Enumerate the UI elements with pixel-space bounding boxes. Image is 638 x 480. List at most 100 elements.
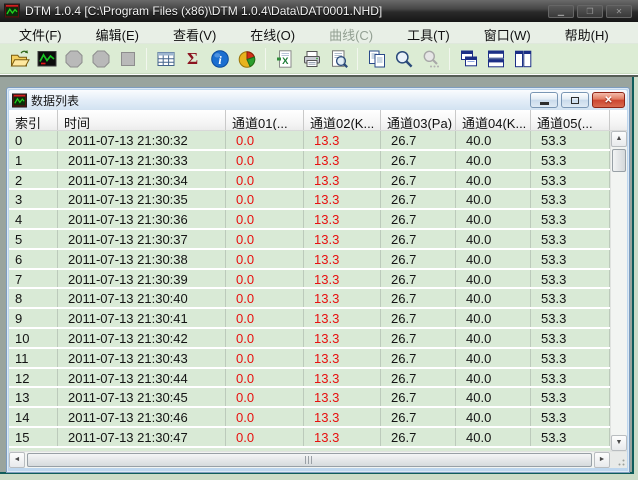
export-excel-icon: X [275,49,295,69]
toolbar-button-tile-horizontal[interactable] [482,47,509,72]
toolbar-button-data-monitor[interactable] [33,47,60,72]
column-header-ch01[interactable]: 通道01(... [226,110,304,130]
cell-index: 12 [9,369,58,387]
minimize-window-button[interactable]: ▁ [548,5,574,18]
table-row-5[interactable]: 52011-07-13 21:30:370.013.326.740.053.3 [9,230,610,250]
scroll-left-button[interactable]: ◄ [9,452,25,468]
cell-index: 5 [9,230,58,248]
cell-ch02: 13.3 [304,428,381,446]
table-row-1[interactable]: 12011-07-13 21:30:330.013.326.740.053.3 [9,151,610,171]
column-header-ch03[interactable]: 通道03(Pa) [381,110,456,130]
vertical-scroll-thumb[interactable] [612,149,626,172]
open-file-icon [10,49,30,69]
menu-item-file[interactable]: 文件(F) [2,22,79,43]
cell-ch01: 0.0 [226,289,304,307]
toolbar-button-copy[interactable] [363,47,390,72]
cell-ch04: 40.0 [456,309,531,327]
column-header-time[interactable]: 时间 [58,110,226,130]
info-icon: i [210,49,230,69]
table-row-0[interactable]: 02011-07-13 21:30:320.013.326.740.053.3 [9,131,610,151]
table-row-10[interactable]: 102011-07-13 21:30:420.013.326.740.053.3 [9,329,610,349]
data-list-titlebar[interactable]: 数据列表 ✕ [9,90,627,110]
cell-index: 4 [9,210,58,228]
vertical-scroll-track[interactable] [611,172,627,435]
cell-ch03: 26.7 [381,408,456,426]
cell-time: 2011-07-13 21:30:42 [58,329,226,347]
table-row-4[interactable]: 42011-07-13 21:30:360.013.326.740.053.3 [9,210,610,230]
toolbar-button-statistics-sigma[interactable]: Σ [179,47,206,72]
column-header-ch04[interactable]: 通道04(K... [456,110,531,130]
cell-ch05: 53.3 [531,428,610,446]
record-octagon-icon [64,49,84,69]
cell-ch05: 53.3 [531,329,610,347]
data-table-icon [156,49,176,69]
horizontal-scroll-thumb[interactable] [27,453,592,467]
horizontal-scrollbar[interactable]: ◄ ► [9,452,610,468]
scroll-right-button[interactable]: ► [594,452,610,468]
toolbar-button-data-table[interactable] [152,47,179,72]
toolbar-button-zoom[interactable] [390,47,417,72]
cell-ch02: 13.3 [304,289,381,307]
menu-item-help[interactable]: 帮助(H) [548,22,626,43]
column-header-ch05[interactable]: 通道05(... [531,110,610,130]
toolbar-button-info[interactable]: i [206,47,233,72]
cell-ch01: 0.0 [226,428,304,446]
column-header-index[interactable]: 索引 [9,110,58,130]
cell-ch01: 0.0 [226,270,304,288]
scrollbar-corner [610,452,627,468]
table-row-8[interactable]: 82011-07-13 21:30:400.013.326.740.053.3 [9,289,610,309]
table-row-11[interactable]: 112011-07-13 21:30:430.013.326.740.053.3 [9,349,610,369]
menu-item-window[interactable]: 窗口(W) [467,22,548,43]
vertical-scrollbar[interactable]: ▲ ▼ [610,131,627,451]
menubar: 文件(F)编辑(E)查看(V)在线(O)曲线(C)工具(T)窗口(W)帮助(H) [0,22,638,44]
cell-ch01: 0.0 [226,408,304,426]
close-window-button[interactable]: ✕ [606,5,632,18]
cell-ch05: 53.3 [531,230,610,248]
table-row-13[interactable]: 132011-07-13 21:30:450.013.326.740.053.3 [9,388,610,408]
toolbar-button-pie-chart[interactable] [233,47,260,72]
table-row-7[interactable]: 72011-07-13 21:30:390.013.326.740.053.3 [9,270,610,290]
toolbar-button-cascade-windows[interactable] [455,47,482,72]
toolbar-button-print[interactable] [298,47,325,72]
toolbar-separator [146,48,147,70]
toolbar-button-print-preview[interactable] [325,47,352,72]
cell-time: 2011-07-13 21:30:37 [58,230,226,248]
table-row-2[interactable]: 22011-07-13 21:30:340.013.326.740.053.3 [9,171,610,191]
menu-item-view[interactable]: 查看(V) [156,22,233,43]
scroll-down-button[interactable]: ▼ [611,435,627,451]
column-header-ch02[interactable]: 通道02(K... [304,110,381,130]
restore-window-button[interactable]: ❐ [577,5,603,18]
cell-ch03: 26.7 [381,329,456,347]
table-row-6[interactable]: 62011-07-13 21:30:380.013.326.740.053.3 [9,250,610,270]
cell-time: 2011-07-13 21:30:45 [58,388,226,406]
tile-vertical-icon [513,49,533,69]
table-row-9[interactable]: 92011-07-13 21:30:410.013.326.740.053.3 [9,309,610,329]
cell-ch03: 26.7 [381,250,456,268]
cell-ch05: 53.3 [531,369,610,387]
menu-item-edit[interactable]: 编辑(E) [79,22,156,43]
table-row-12[interactable]: 122011-07-13 21:30:440.013.326.740.053.3 [9,369,610,389]
toolbar-button-open-file[interactable] [6,47,33,72]
table-row-14[interactable]: 142011-07-13 21:30:460.013.326.740.053.3 [9,408,610,428]
menu-item-tools[interactable]: 工具(T) [390,22,467,43]
close-child-button[interactable]: ✕ [592,92,625,108]
cell-ch02: 13.3 [304,369,381,387]
cell-ch05: 53.3 [531,270,610,288]
toolbar-button-export-excel[interactable]: X [271,47,298,72]
menu-item-online[interactable]: 在线(O) [233,22,312,43]
restore-child-button[interactable] [561,92,589,108]
cell-ch03: 26.7 [381,270,456,288]
window-title: DTM 1.0.4 [C:\Program Files (x86)\DTM 1.… [25,4,543,18]
cell-index: 3 [9,190,58,208]
restore-glyph [571,97,579,104]
scroll-up-button[interactable]: ▲ [611,131,627,147]
minimize-child-button[interactable] [530,92,558,108]
resize-grip-icon[interactable] [615,456,625,466]
table-row-15[interactable]: 152011-07-13 21:30:470.013.326.740.053.3 [9,428,610,448]
table-row-3[interactable]: 32011-07-13 21:30:350.013.326.740.053.3 [9,190,610,210]
toolbar-button-tile-vertical[interactable] [509,47,536,72]
mdi-area: 数据列表 ✕ 索引时间通道01(...通道02(K...通道03(Pa)通道04… [0,77,638,480]
cell-time: 2011-07-13 21:30:47 [58,428,226,446]
data-monitor-icon [37,49,57,69]
cell-ch05: 53.3 [531,171,610,189]
